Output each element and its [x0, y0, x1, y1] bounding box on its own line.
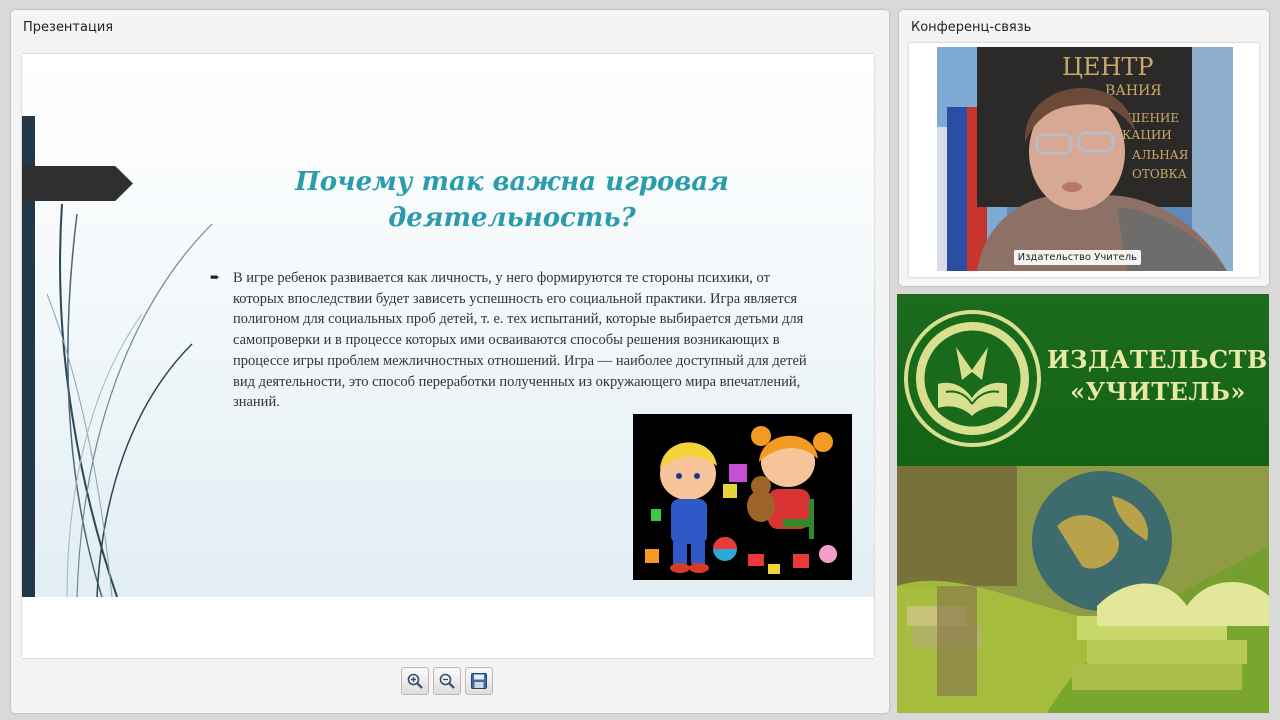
svg-text:КАЦИИ: КАЦИИ [1122, 128, 1172, 142]
zoom-in-button[interactable] [401, 667, 429, 695]
zoom-in-icon [407, 673, 423, 689]
conference-panel-title: Конференц-связь [911, 20, 1032, 35]
brand-line-2: «УЧИТЕЛЬ» [1070, 377, 1246, 406]
presentation-toolbar [401, 667, 493, 699]
svg-text:ВАНИЯ: ВАНИЯ [1105, 83, 1162, 99]
library-books-globe-image [897, 466, 1269, 713]
publisher-logo [904, 310, 1041, 447]
slide-heading: Почему так важна игровая деятельность? [295, 167, 729, 233]
zoom-out-icon [439, 673, 455, 689]
zoom-out-button[interactable] [433, 667, 461, 695]
slide: Почему так важна игровая деятельность? ➨… [22, 54, 874, 597]
brand-line-1: ИЗДАТЕЛЬСТВО [1047, 345, 1269, 374]
slide-body-text: В игре ребенок развивается как личность,… [233, 270, 807, 411]
presentation-panel-title: Презентация [23, 20, 114, 35]
save-button[interactable] [465, 667, 493, 695]
slide-viewport[interactable]: Почему так важна игровая деятельность? ➨… [22, 54, 874, 658]
svg-text:АЛЬНАЯ: АЛЬНАЯ [1132, 148, 1189, 162]
save-icon [471, 673, 487, 689]
svg-text:ОТОВКА: ОТОВКА [1132, 167, 1187, 181]
participant-name-label: Издательство Учитель [1013, 250, 1141, 265]
slide-arrow-shape [22, 166, 133, 201]
video-tile[interactable]: ЦЕНТР ВАНИЯ ШЕНИЕ КАЦИИ АЛЬНАЯ ОТОВКА Из… [909, 43, 1259, 277]
publisher-banner: ИЗДАТЕЛЬСТВО «УЧИТЕЛЬ» [897, 294, 1269, 466]
bullet-arrow-icon: ➨ [210, 270, 221, 284]
conference-panel: Конференц-связь ЦЕНТР ВАНИЯ ШЕНИЕ КАЦИИ … [899, 10, 1269, 286]
participant-video: ЦЕНТР ВАНИЯ ШЕНИЕ КАЦИИ АЛЬНАЯ ОТОВКА Из… [937, 47, 1233, 271]
book-logo-icon [924, 330, 1021, 427]
svg-text:ШЕНИЕ: ШЕНИЕ [1127, 111, 1179, 125]
svg-text:ЦЕНТР: ЦЕНТР [1062, 53, 1154, 81]
children-playing-illustration [633, 414, 852, 580]
presentation-panel: Презентация Почему так важна игровая дея… [11, 10, 889, 713]
publisher-brand-name: ИЗДАТЕЛЬСТВО «УЧИТЕЛЬ» [1047, 344, 1269, 408]
